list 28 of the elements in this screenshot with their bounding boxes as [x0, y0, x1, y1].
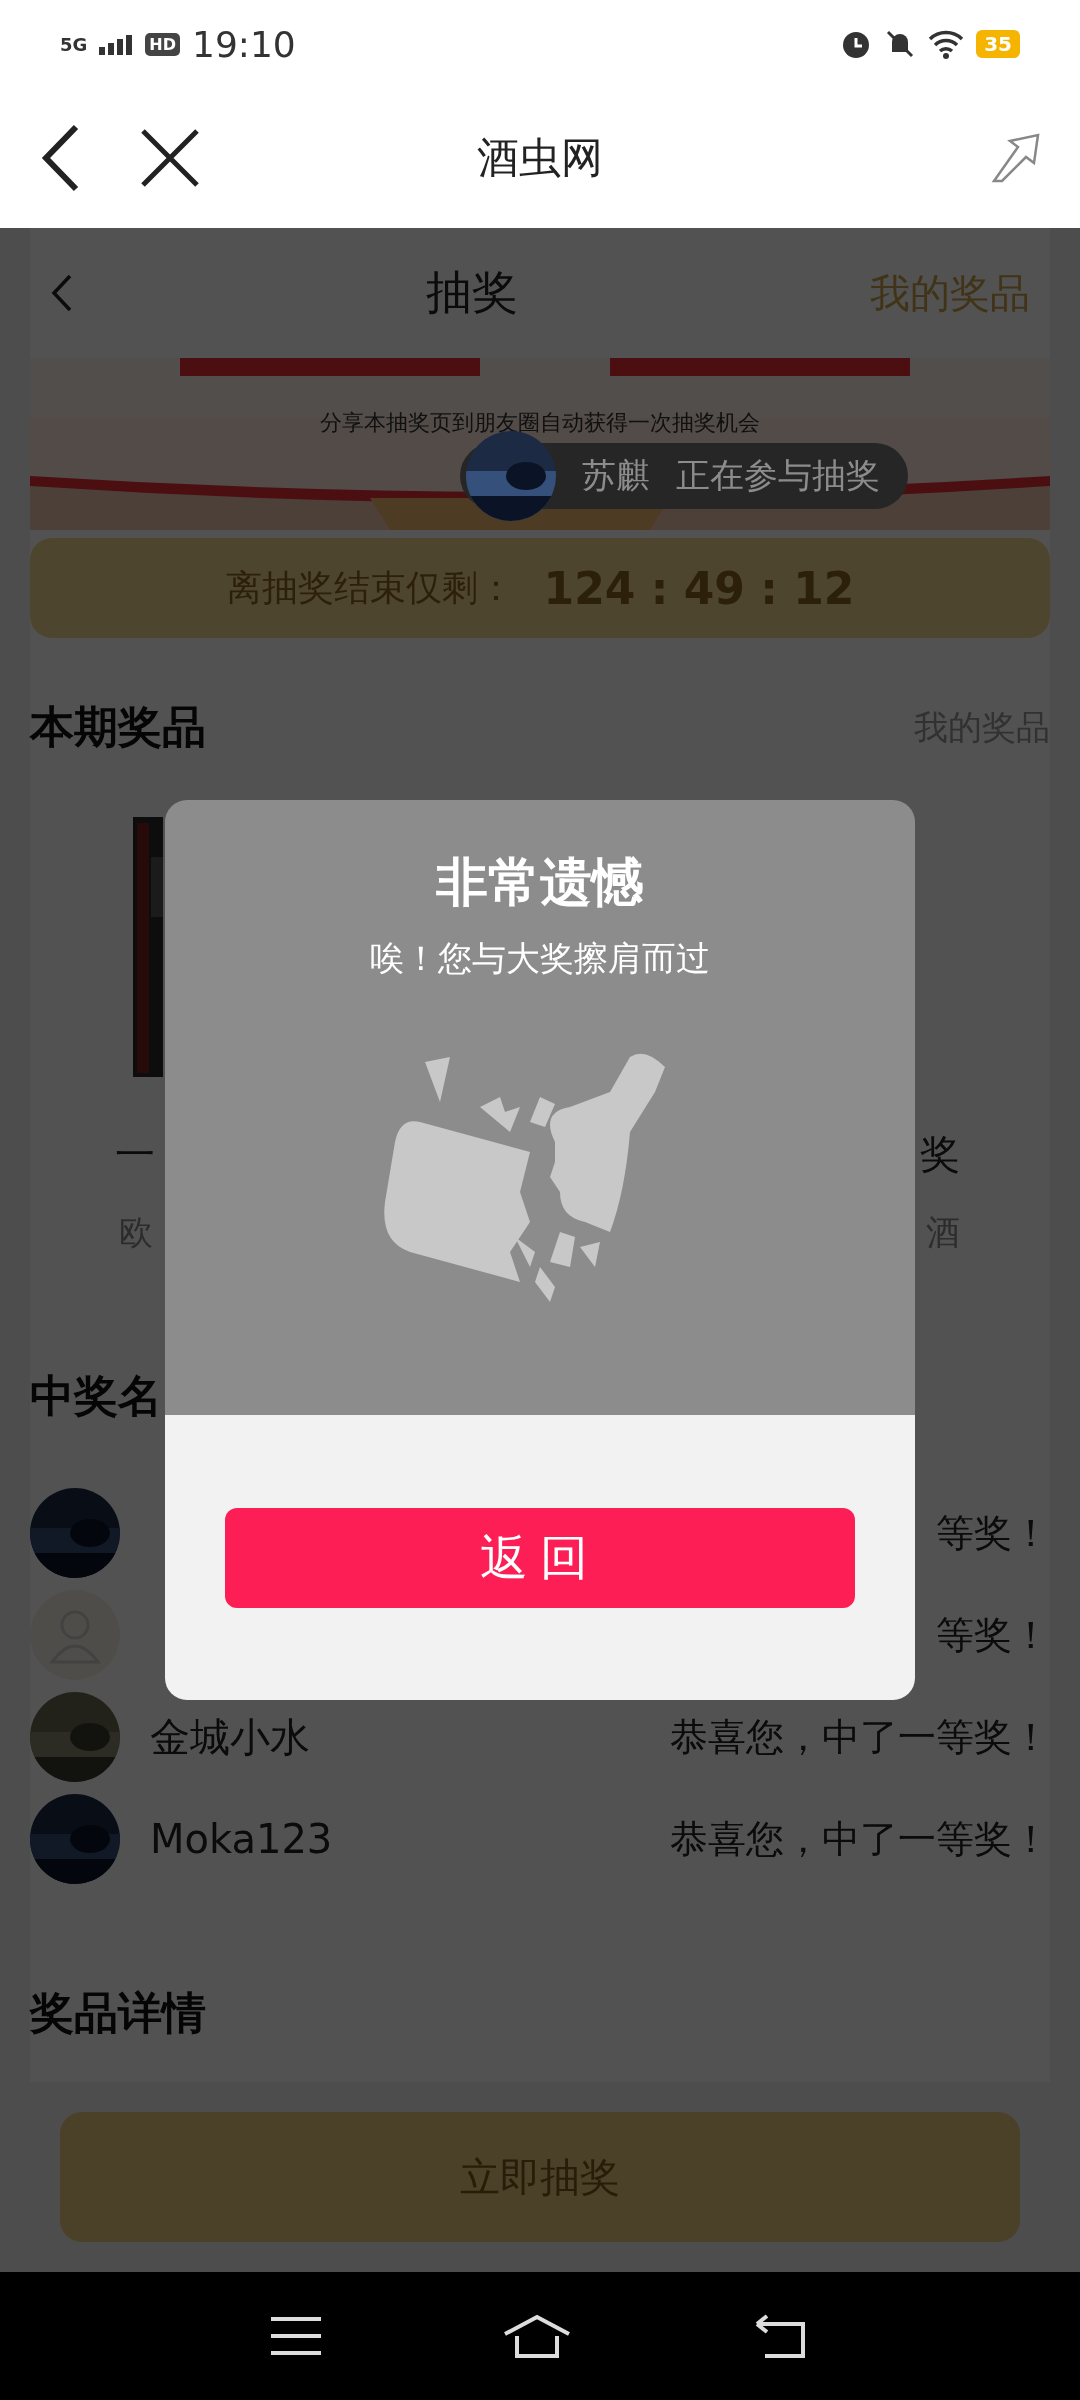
winner-message: 恭喜您，中了一等奖！ — [670, 1713, 1050, 1761]
hd-badge: HD — [145, 32, 180, 56]
winner-message: 恭喜您，中了一等奖！ — [670, 1815, 1050, 1863]
winner-message: 等奖！ — [936, 1611, 1050, 1659]
status-time: 19:10 — [192, 23, 296, 65]
back-icon[interactable] — [40, 123, 80, 193]
winner-name: Moka123 — [150, 1816, 333, 1862]
home-icon[interactable] — [502, 2314, 572, 2358]
winner-name: 金城小水 — [150, 1712, 310, 1762]
prize-title: 奖 — [920, 1130, 960, 1179]
prize-title: 一 — [115, 1130, 155, 1179]
dialog-message: 唉！您与大奖擦肩而过 — [370, 937, 710, 980]
dialog-title: 非常遗憾 — [436, 851, 644, 914]
section-title: 奖品详情 — [30, 1986, 206, 2040]
my-prizes-link[interactable]: 我的奖品 — [870, 265, 1030, 321]
network-label: 5G — [60, 33, 88, 55]
winner-message: 等奖！ — [936, 1509, 1050, 1557]
share-icon[interactable] — [990, 133, 1040, 183]
section-title: 中奖名 — [30, 1369, 162, 1423]
page-title: 抽奖 — [426, 264, 518, 321]
back-button[interactable]: 返回 — [225, 1507, 855, 1608]
signal-icon — [99, 33, 134, 55]
wifi-icon — [928, 29, 965, 59]
menu-icon[interactable] — [270, 2316, 321, 2356]
battery-level: 35 — [976, 30, 1020, 58]
close-icon[interactable] — [140, 128, 200, 188]
section-title: 本期奖品 — [30, 700, 206, 754]
browser-title: 酒虫网 — [477, 132, 603, 184]
